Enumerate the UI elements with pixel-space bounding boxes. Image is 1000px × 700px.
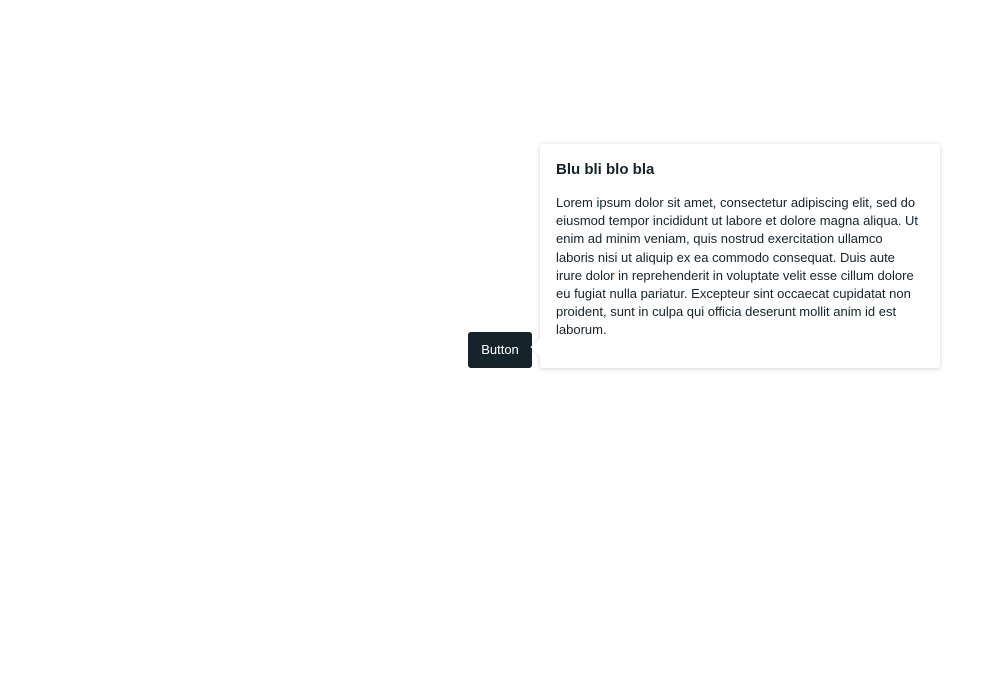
popover-body-text: Lorem ipsum dolor sit amet, consectetur … bbox=[556, 195, 919, 338]
popover-title: Blu bli blo bla bbox=[556, 161, 655, 178]
popover-trigger-button[interactable]: Button bbox=[468, 332, 532, 368]
page: Button Blu bli blo bla Lorem ipsum dolor… bbox=[0, 0, 1000, 700]
popover: Blu bli blo bla Lorem ipsum dolor sit am… bbox=[530, 144, 940, 368]
popover-arrow bbox=[530, 338, 548, 356]
